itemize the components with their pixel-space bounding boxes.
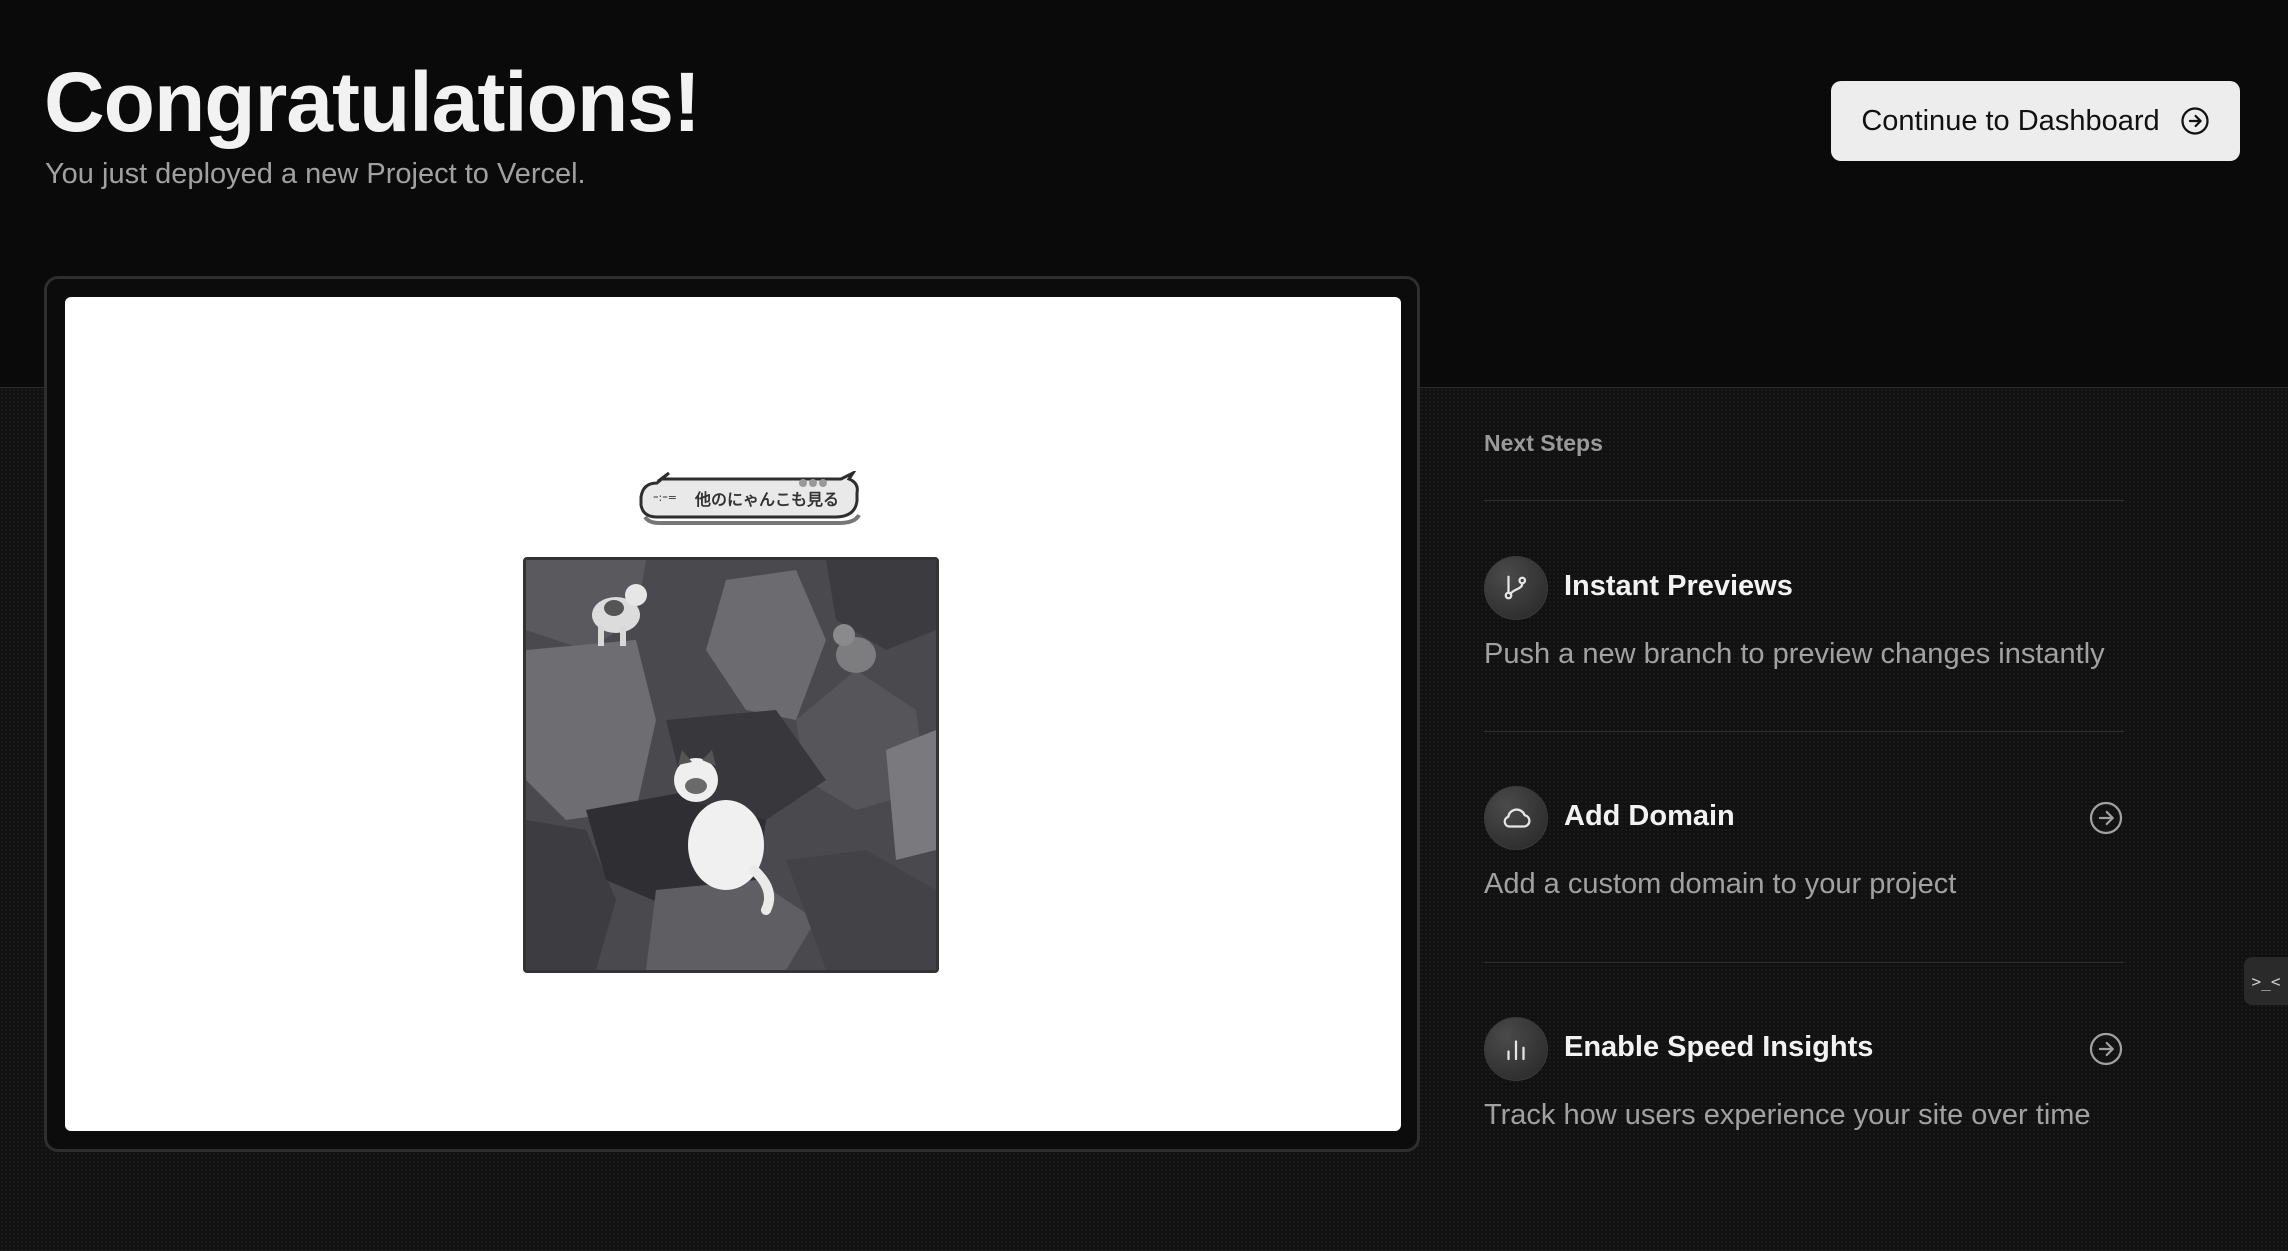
arrow-circle-right-icon[interactable] [2088,800,2124,836]
page-subtitle: You just deployed a new Project to Verce… [45,158,586,190]
step-instant-previews[interactable]: Instant Previews Push a new branch to pr… [1484,556,2124,716]
step-add-domain[interactable]: Add Domain Add a custom domain to your p… [1484,786,2124,946]
svg-text:ｰ:ｰ=: ｰ:ｰ= [653,491,677,504]
step-description: Track how users experience your site ove… [1484,1099,2091,1131]
arrow-circle-right-icon [2180,106,2210,136]
deployment-preview-frame[interactable]: ｰ:ｰ= 他のにゃんこも見る [44,276,1420,1152]
cats-on-rocks-photo [523,557,939,973]
git-branch-icon [1484,556,1548,620]
more-cats-bubble-text: 他のにゃんこも見る [695,492,840,509]
page-title: Congratulations! [44,55,701,149]
bar-chart-icon [1484,1017,1548,1081]
divider [1484,500,2124,501]
step-title: Add Domain [1564,800,1735,832]
divider [1484,731,2124,732]
arrow-circle-right-icon[interactable] [2088,1031,2124,1067]
next-steps-heading: Next Steps [1484,430,1603,456]
cloud-icon [1484,786,1548,850]
step-description: Add a custom domain to your project [1484,868,1957,900]
deploy-success-page: Congratulations! You just deployed a new… [0,0,2288,1251]
step-title: Instant Previews [1564,570,1793,602]
continue-to-dashboard-label: Continue to Dashboard [1861,104,2160,137]
step-description: Push a new branch to preview changes ins… [1484,638,2105,670]
step-title: Enable Speed Insights [1564,1031,1874,1063]
step-enable-speed-insights[interactable]: Enable Speed Insights Track how users ex… [1484,1017,2124,1177]
toolbar-toggle-label: >_< [2251,971,2281,991]
toolbar-toggle-tab[interactable]: >_< [2244,957,2288,1005]
deployment-preview-screenshot: ｰ:ｰ= 他のにゃんこも見る [65,297,1401,1131]
continue-to-dashboard-button[interactable]: Continue to Dashboard [1831,81,2240,161]
more-cats-bubble: ｰ:ｰ= 他のにゃんこも見る [635,469,867,529]
divider [1484,962,2124,963]
